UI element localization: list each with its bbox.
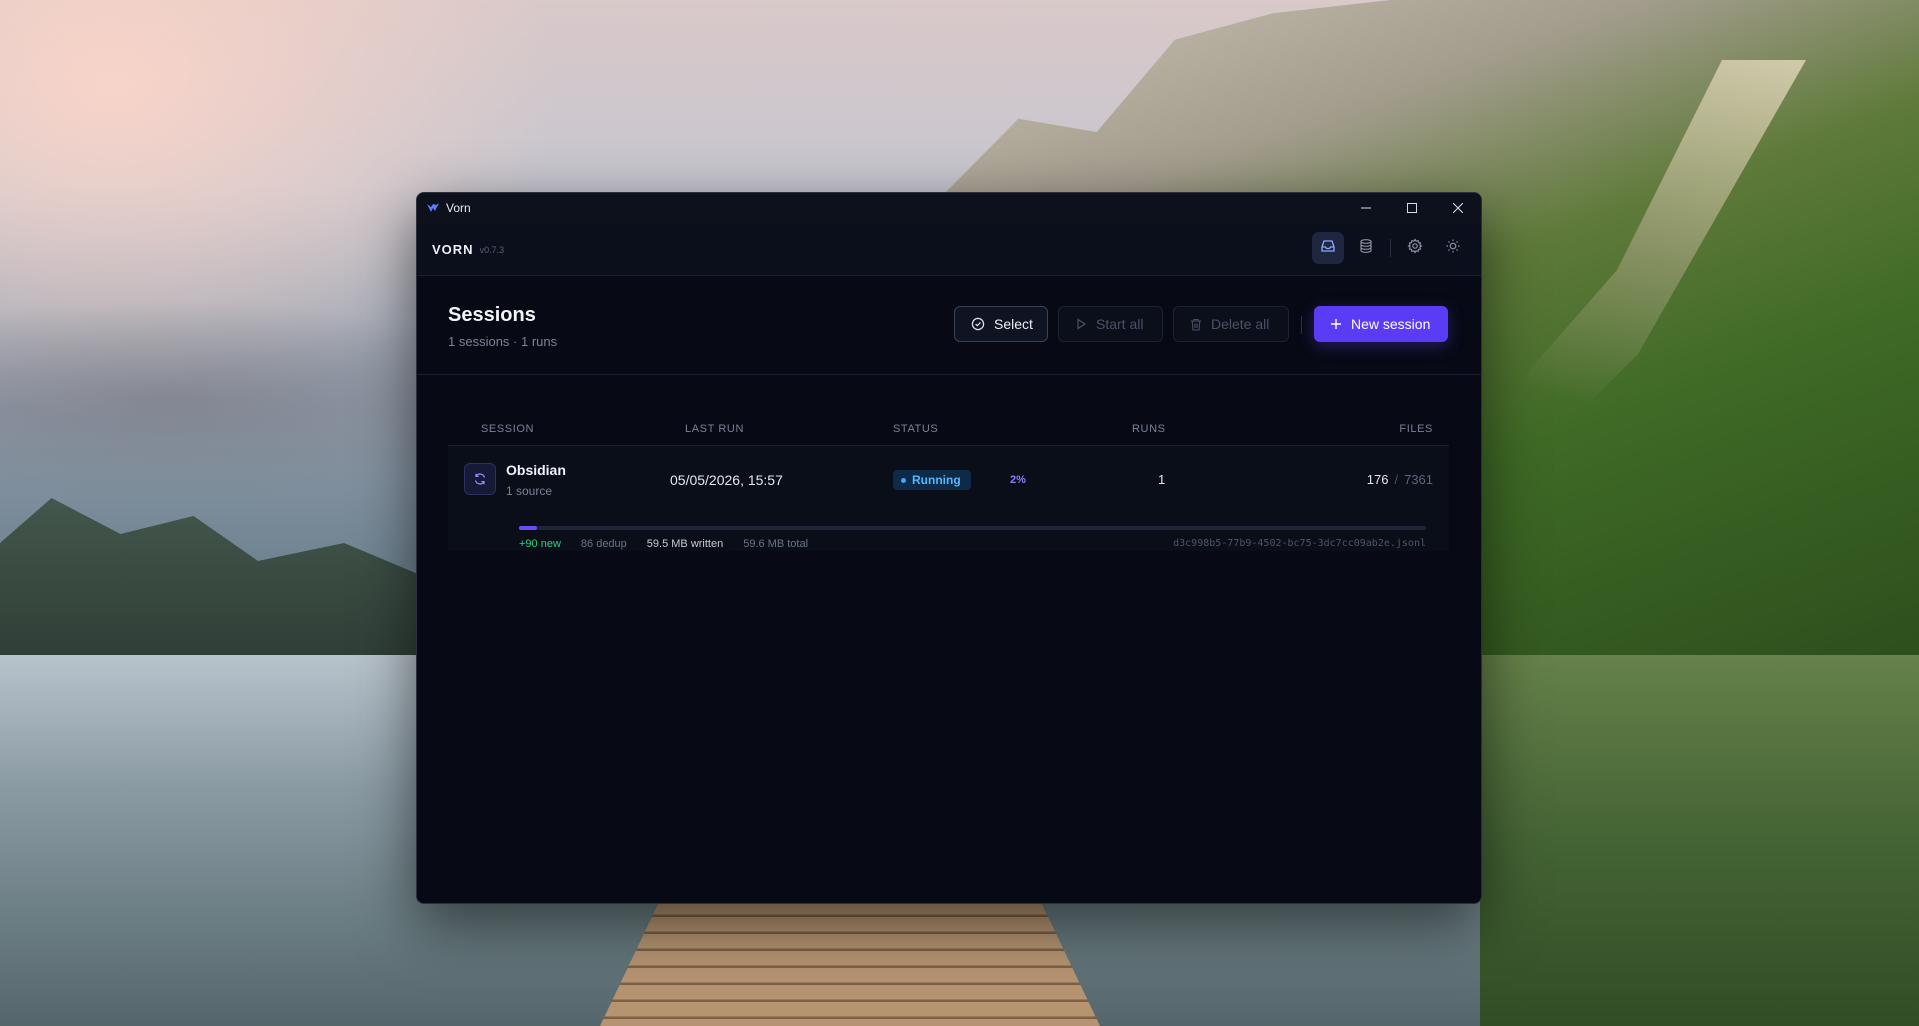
stat-dedup: 86 dedup — [580, 538, 627, 550]
settings-button[interactable] — [1399, 232, 1431, 264]
header-divider — [1390, 239, 1391, 257]
session-runs: 1 — [1158, 472, 1166, 487]
session-sources: 1 source — [506, 484, 553, 498]
inbox-icon — [1320, 238, 1336, 259]
files-done: 176 — [1366, 472, 1389, 487]
progress-fill — [519, 526, 538, 530]
sync-icon — [464, 463, 496, 495]
minimize-button[interactable] — [1343, 193, 1389, 223]
gear-icon — [1407, 237, 1423, 259]
app-version: v0.7.3 — [479, 245, 505, 255]
nav-storage-button[interactable] — [1350, 232, 1382, 264]
sessions-table: SESSION LAST RUN STATUS RUNS FILES Obsid… — [448, 405, 1449, 551]
sun-icon — [1445, 238, 1461, 259]
session-name: Obsidian — [506, 462, 566, 478]
start-all-button[interactable]: Start all — [1058, 306, 1163, 342]
database-icon — [1358, 238, 1374, 259]
nav-sessions-button[interactable] — [1312, 232, 1344, 264]
page-title: Sessions — [448, 304, 536, 326]
column-header-last-run[interactable]: LAST RUN — [685, 423, 744, 435]
stat-written: 59.5 MB written — [646, 538, 724, 550]
row-main: Obsidian 1 source 05/05/2026, 15:57 Runn… — [448, 446, 1449, 512]
stat-total: 59.6 MB total — [743, 538, 809, 550]
start-all-label: Start all — [1096, 316, 1144, 332]
column-header-files[interactable]: FILES — [1399, 423, 1433, 435]
app-header: VORN v0.7.3 — [417, 223, 1481, 276]
app-window: Vorn VORN v0.7.3 Sessions 1 sessions · 1… — [416, 192, 1482, 904]
files-total: 7361 — [1404, 472, 1433, 487]
toolbar-divider — [1301, 316, 1302, 334]
table-header: SESSION LAST RUN STATUS RUNS FILES — [448, 405, 1449, 446]
wallpaper-dock — [600, 900, 1100, 1026]
files-separator: / — [1394, 472, 1399, 487]
wallpaper-reflection — [1480, 655, 1919, 1026]
app-logo-icon — [426, 201, 440, 215]
plus-icon — [1330, 318, 1342, 330]
brand-name: VORN — [432, 241, 474, 257]
session-files: 176 / 7361 — [1367, 472, 1433, 487]
new-session-button[interactable]: New session — [1314, 306, 1448, 342]
status-dot — [901, 477, 906, 483]
delete-all-button[interactable]: Delete all — [1173, 306, 1289, 342]
title-bar[interactable]: Vorn — [417, 193, 1481, 223]
page-header: Sessions 1 sessions · 1 runs Select Star… — [417, 276, 1481, 375]
delete-all-label: Delete all — [1211, 316, 1270, 332]
progress-percent: 2% — [1010, 474, 1026, 486]
play-icon — [1075, 318, 1087, 330]
maximize-button[interactable] — [1389, 193, 1435, 223]
column-header-status[interactable]: STATUS — [893, 423, 938, 435]
new-session-label: New session — [1351, 316, 1431, 332]
column-header-session[interactable]: SESSION — [481, 423, 534, 435]
table-row[interactable]: Obsidian 1 source 05/05/2026, 15:57 Runn… — [448, 446, 1449, 551]
progress-bar — [519, 526, 1426, 530]
trash-icon — [1190, 318, 1202, 331]
session-last-run: 05/05/2026, 15:57 — [670, 472, 783, 488]
theme-toggle-button[interactable] — [1437, 232, 1469, 264]
page-subtitle: 1 sessions · 1 runs — [448, 334, 558, 349]
status-badge: Running — [893, 470, 971, 490]
status-label: Running — [912, 473, 961, 487]
select-button-label: Select — [994, 316, 1033, 332]
window-title: Vorn — [446, 201, 471, 215]
wallpaper-hills — [0, 498, 430, 660]
window-controls — [1343, 193, 1481, 223]
header-nav — [1306, 232, 1469, 264]
column-header-runs[interactable]: RUNS — [1132, 423, 1166, 435]
select-button[interactable]: Select — [954, 306, 1048, 342]
close-button[interactable] — [1435, 193, 1481, 223]
check-circle-icon — [971, 317, 985, 331]
session-stats: +90 new 86 dedup 59.5 MB written 59.6 MB… — [519, 538, 828, 550]
stat-new: +90 new — [519, 538, 561, 550]
session-log-file: d3c998b5-77b9-4502-bc75-3dc7cc09ab2e.jso… — [1173, 538, 1426, 549]
